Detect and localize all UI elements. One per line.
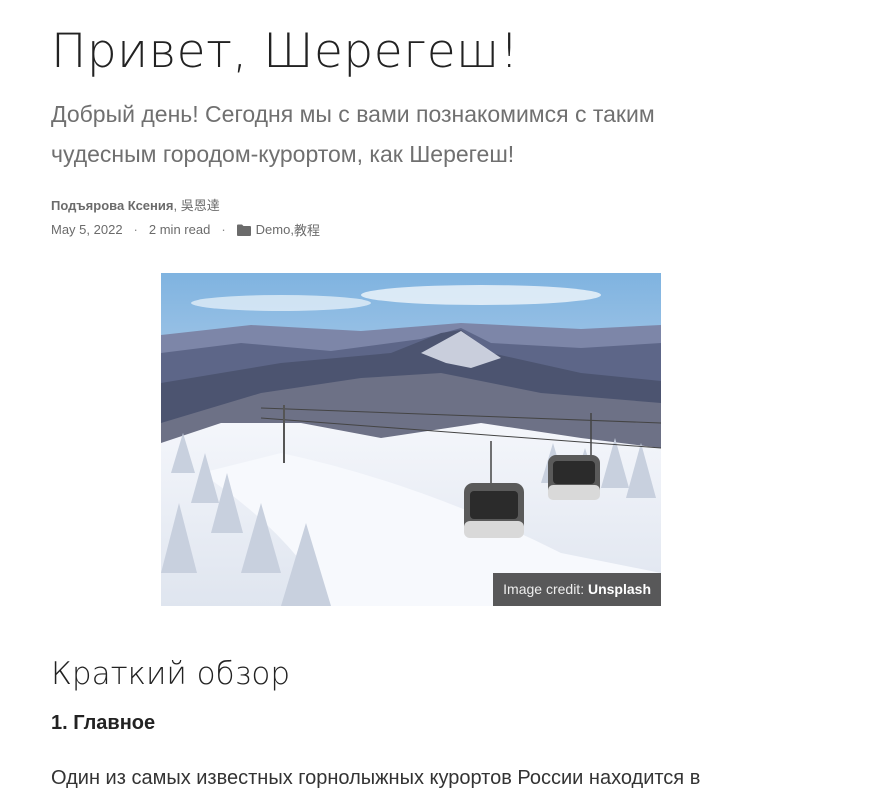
meta-separator: · (133, 222, 138, 237)
sub-heading: 1. Главное (51, 712, 156, 734)
category-link-demo[interactable]: Demo (256, 222, 291, 237)
author-link-2[interactable]: 吳恩達 (181, 198, 220, 213)
meta-separator: · (221, 222, 226, 237)
publish-date: May 5, 2022 (51, 222, 123, 237)
byline: Подъярова Ксения, 吳恩達 (51, 195, 220, 214)
body-paragraph: Один из самых известных горнолыжных куро… (51, 767, 701, 789)
author-link-1[interactable]: Подъярова Ксения (51, 198, 173, 213)
hero-image: Image credit: Unsplash (161, 273, 661, 606)
category-link-tutorial[interactable]: 教程 (294, 220, 320, 239)
author-separator: , (173, 198, 181, 213)
folder-icon (236, 224, 251, 236)
image-credit-prefix: Image credit: (503, 581, 588, 597)
image-credit: Image credit: Unsplash (493, 573, 661, 606)
image-credit-link[interactable]: Unsplash (588, 581, 651, 597)
read-time: 2 min read (148, 222, 211, 237)
section-heading: Краткий обзор (51, 656, 291, 692)
hero-picture (161, 273, 661, 606)
page-title: Привет, Шерегеш! (51, 24, 520, 79)
page-subtitle: Добрый день! Сегодня мы с вами познакоми… (51, 101, 655, 167)
article-meta: May 5, 2022 · 2 min read · Demo, 教程 (51, 220, 320, 239)
